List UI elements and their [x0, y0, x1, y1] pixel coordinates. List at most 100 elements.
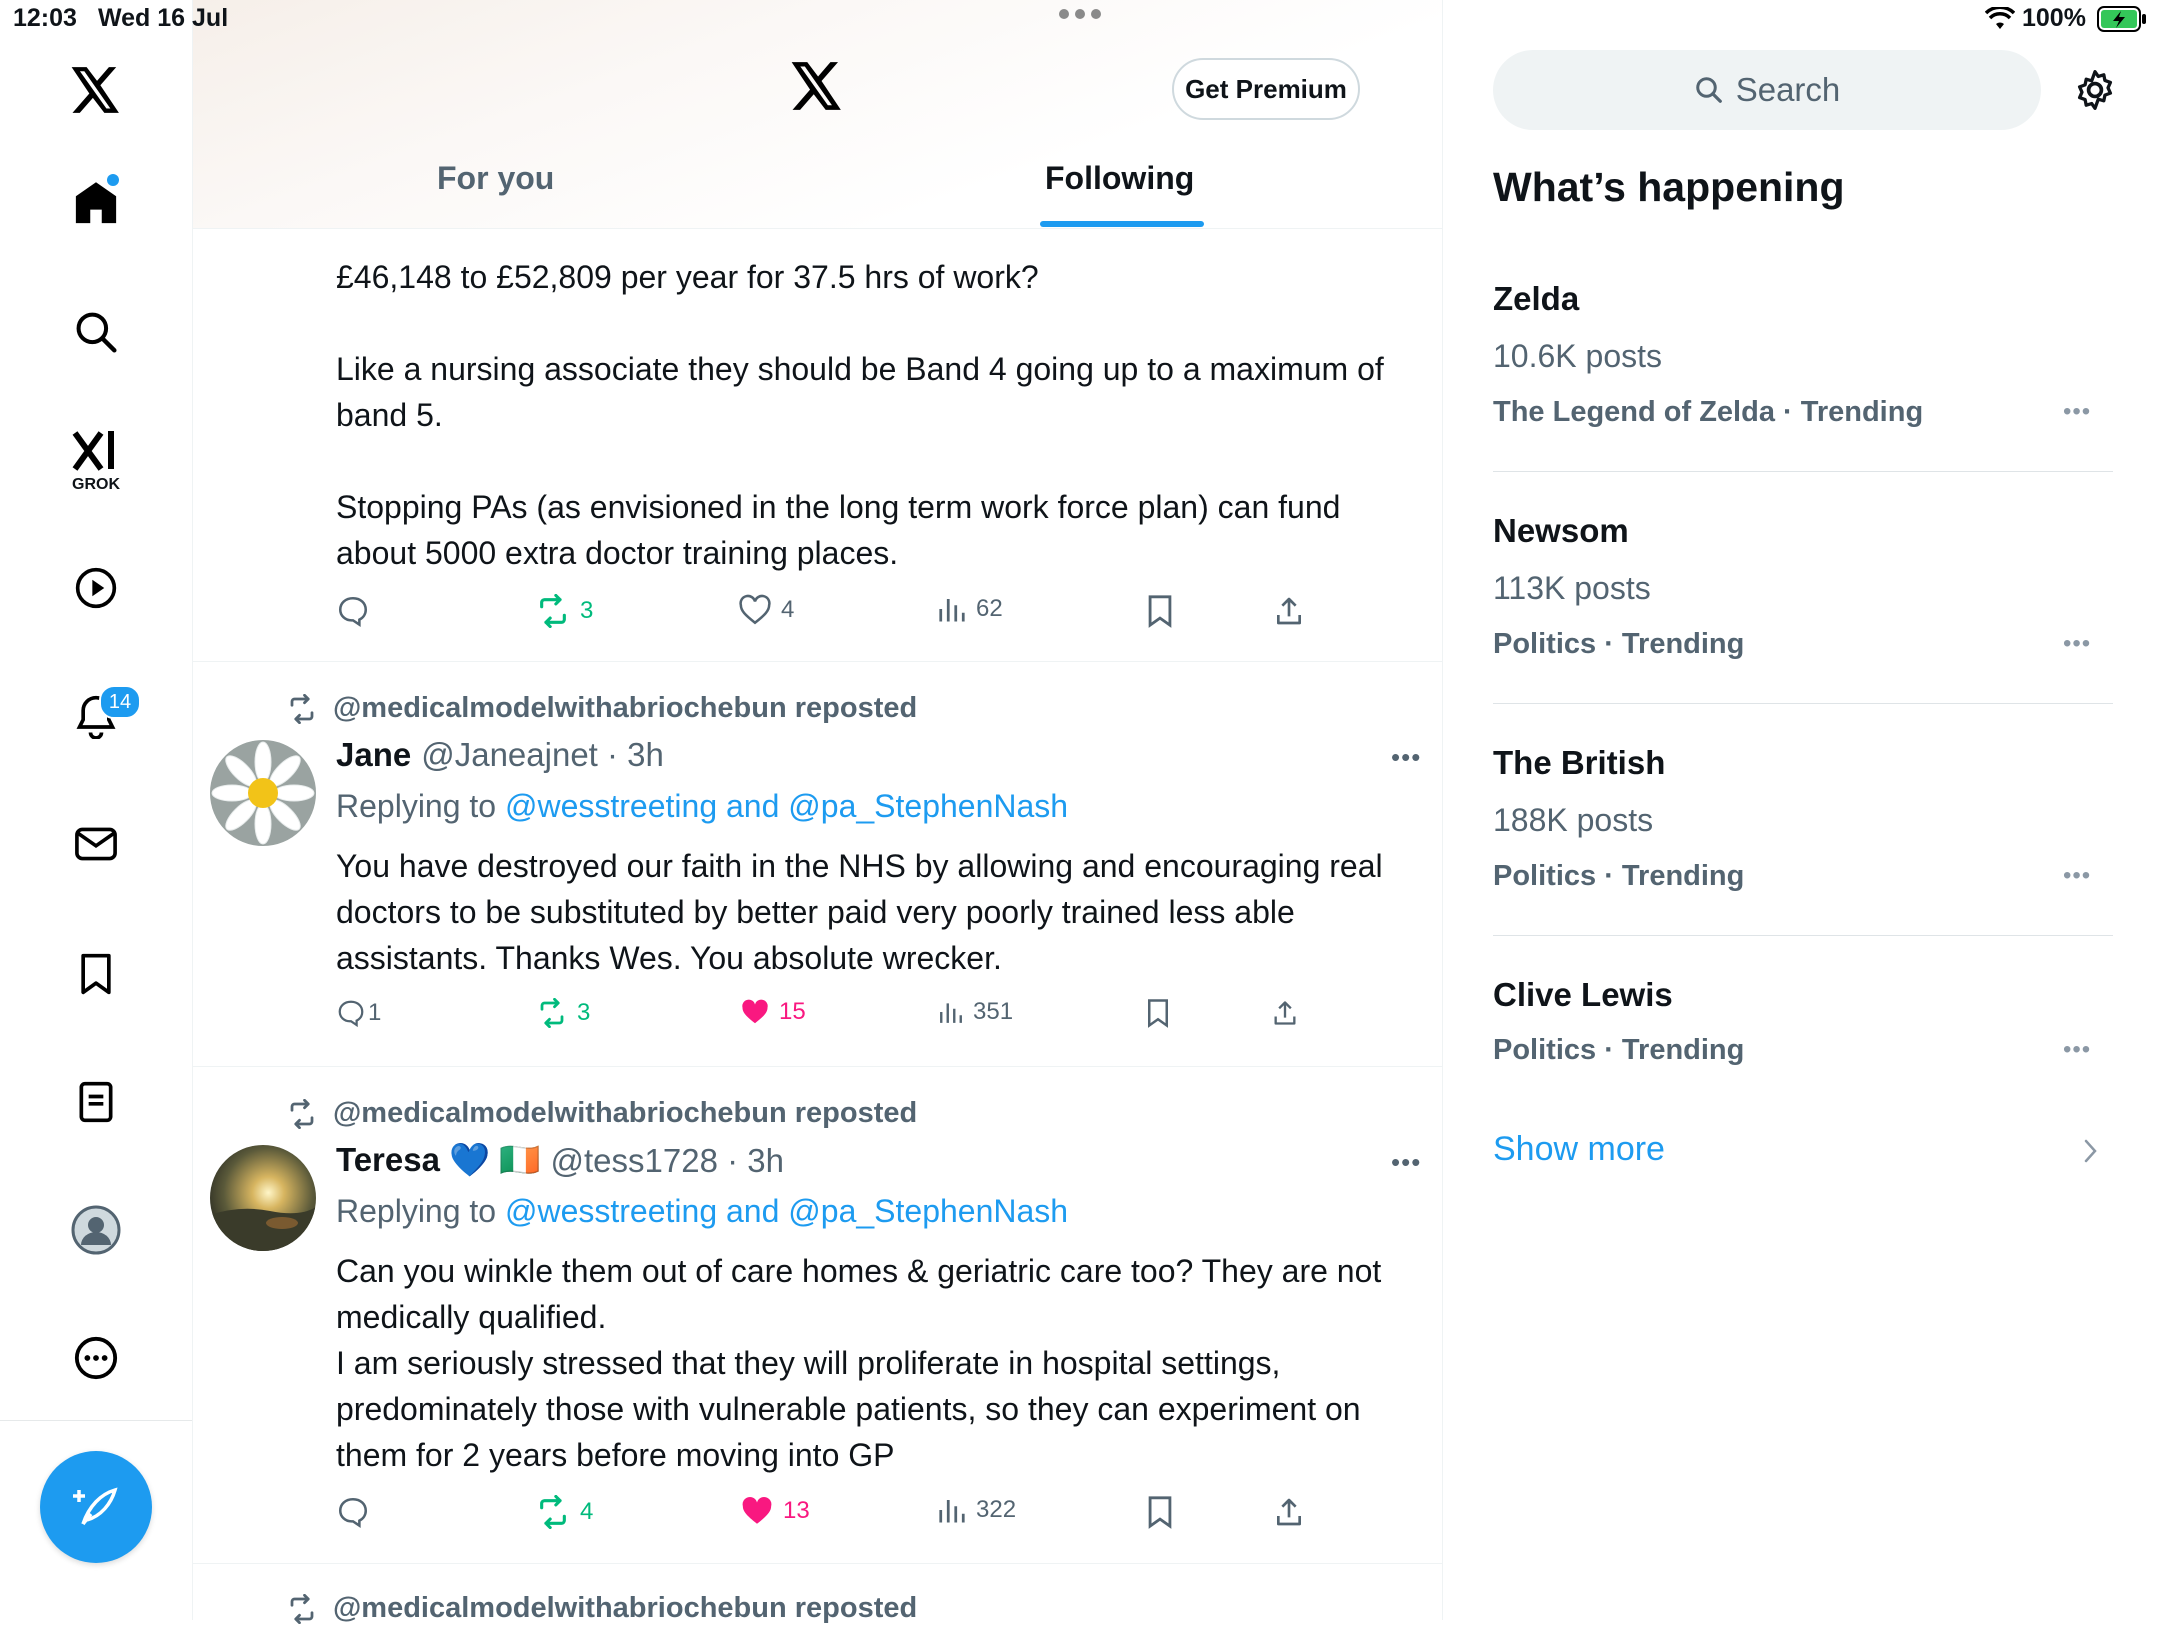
post-author-line: Teresa 💙 🇮🇪 @tess1728 · 3h: [336, 1141, 784, 1180]
bookmark-icon: [1148, 999, 1168, 1028]
views-count: 62: [976, 595, 1003, 622]
repost-icon: [540, 1495, 566, 1529]
search-input[interactable]: Search: [1493, 50, 2041, 130]
status-time: 12:03: [13, 4, 77, 32]
share-button[interactable]: [1271, 998, 1299, 1028]
heart-icon: [739, 594, 771, 625]
trend-post-count: 188K posts: [1493, 802, 1654, 838]
x-logo-icon[interactable]: [791, 62, 843, 110]
reply-button[interactable]: [336, 594, 370, 628]
trend-more-icon[interactable]: •••: [2063, 1036, 2091, 1064]
trend-more-icon[interactable]: •••: [2063, 862, 2091, 890]
views-count: 351: [973, 998, 1014, 1025]
like-button[interactable]: 4: [738, 594, 794, 626]
repost-button[interactable]: 3: [536, 998, 590, 1028]
replying-to-link[interactable]: @wesstreeting and @pa_StephenNash: [505, 1193, 1068, 1229]
show-more-link[interactable]: Show more: [1493, 1130, 1665, 1169]
more-icon[interactable]: [70, 1332, 122, 1384]
tab-following[interactable]: Following: [1045, 160, 1194, 197]
reply-count: 1: [368, 999, 382, 1026]
bookmark-button[interactable]: [1145, 998, 1171, 1028]
reply-icon: [338, 596, 368, 627]
views-button[interactable]: 322: [937, 1495, 1016, 1525]
reply-button[interactable]: [336, 1495, 370, 1529]
author-name[interactable]: Jane: [336, 736, 411, 774]
repost-attribution[interactable]: @medicalmodelwithabriochebun reposted: [285, 692, 917, 725]
avatar[interactable]: [210, 1145, 316, 1251]
trend-name: Zelda: [1493, 280, 1580, 317]
lists-icon[interactable]: [70, 1076, 122, 1128]
like-button[interactable]: 15: [740, 998, 806, 1026]
trend-context: The Legend of Zelda · Trending: [1493, 396, 1924, 428]
search-icon[interactable]: [70, 306, 122, 358]
avatar[interactable]: [210, 740, 316, 846]
bookmark-icon: [1148, 1496, 1172, 1529]
views-icon: [940, 1003, 962, 1023]
reply-button[interactable]: 1: [336, 998, 381, 1028]
views-button[interactable]: 62: [937, 594, 1003, 624]
repost-icon: [290, 693, 314, 724]
replying-to: Replying to @wesstreeting and @pa_Stephe…: [336, 1193, 1068, 1230]
repost-button[interactable]: 4: [535, 1495, 593, 1529]
settings-gear-icon[interactable]: [2073, 68, 2117, 112]
status-date: Wed 16 Jul: [98, 4, 229, 32]
trend-divider: [1493, 935, 2113, 936]
bookmarks-icon[interactable]: [70, 948, 122, 1000]
left-navigation: GROK 14: [0, 0, 193, 1620]
like-button[interactable]: 13: [740, 1495, 810, 1527]
repost-attribution[interactable]: @medicalmodelwithabriochebun reposted: [285, 1592, 917, 1625]
author-handle[interactable]: @tess1728 · 3h: [550, 1142, 783, 1180]
repost-attribution[interactable]: @medicalmodelwithabriochebun reposted: [285, 1097, 917, 1130]
x-logo-icon[interactable]: [70, 64, 122, 116]
compose-post-button[interactable]: [40, 1451, 152, 1563]
get-premium-button[interactable]: Get Premium: [1172, 58, 1360, 120]
trend-more-icon[interactable]: •••: [2063, 630, 2091, 658]
replying-prefix: Replying to: [336, 1193, 505, 1229]
replying-to-link[interactable]: @wesstreeting and @pa_StephenNash: [505, 788, 1068, 824]
video-icon[interactable]: [70, 562, 122, 614]
grok-icon[interactable]: [70, 426, 122, 478]
post-divider: [193, 1563, 1442, 1564]
views-icon: [939, 1500, 965, 1523]
bookmark-button[interactable]: [1145, 594, 1175, 628]
main-timeline: Get Premium For you Following £46,148 to…: [193, 0, 1443, 1624]
share-button[interactable]: [1273, 594, 1305, 628]
reply-icon: [338, 1497, 368, 1528]
trend-divider: [1493, 703, 2113, 704]
search-icon: [1695, 77, 1722, 103]
share-button[interactable]: [1273, 1495, 1305, 1529]
battery-charging-icon: [2097, 6, 2147, 32]
views-button[interactable]: 351: [938, 998, 1013, 1026]
bookmark-button[interactable]: [1145, 1495, 1175, 1529]
trend-divider: [1493, 471, 2113, 472]
nav-divider: [0, 1420, 192, 1421]
author-name[interactable]: Teresa 💙 🇮🇪: [336, 1141, 540, 1180]
trend-context: Politics · Trending: [1493, 628, 1745, 660]
trend-post-count: 10.6K posts: [1493, 338, 1662, 374]
share-icon: [1277, 1498, 1301, 1526]
repost-icon: [540, 998, 564, 1028]
post-more-icon[interactable]: •••: [1391, 742, 1421, 773]
tab-for-you[interactable]: For you: [437, 160, 554, 197]
grok-label: GROK: [72, 476, 120, 493]
reply-icon: [338, 1000, 364, 1028]
trend-context: Politics · Trending: [1493, 1034, 1745, 1066]
author-handle[interactable]: @Janeajnet · 3h: [421, 736, 664, 774]
post-more-icon[interactable]: •••: [1391, 1147, 1421, 1178]
wifi-icon: [1985, 7, 2015, 31]
heart-filled-icon: [742, 999, 768, 1024]
home-unread-dot: [107, 174, 119, 186]
chevron-right-icon: [2083, 1138, 2099, 1164]
post-author-line: Jane @Janeajnet · 3h: [336, 736, 664, 774]
trend-more-icon[interactable]: •••: [2063, 398, 2091, 426]
multitasking-dots-icon[interactable]: [1058, 8, 1102, 20]
notifications-badge: 14: [99, 685, 141, 719]
whats-happening-title: What’s happening: [1493, 164, 1845, 210]
post-text: £46,148 to £52,809 per year for 37.5 hrs…: [336, 259, 1384, 571]
battery-percent: 100%: [2022, 4, 2086, 32]
profile-icon[interactable]: [70, 1204, 122, 1256]
repost-attribution-text: @medicalmodelwithabriochebun reposted: [333, 1097, 918, 1129]
repost-button[interactable]: 3: [535, 594, 593, 628]
active-tab-indicator: [1040, 221, 1204, 227]
messages-icon[interactable]: [70, 818, 122, 870]
